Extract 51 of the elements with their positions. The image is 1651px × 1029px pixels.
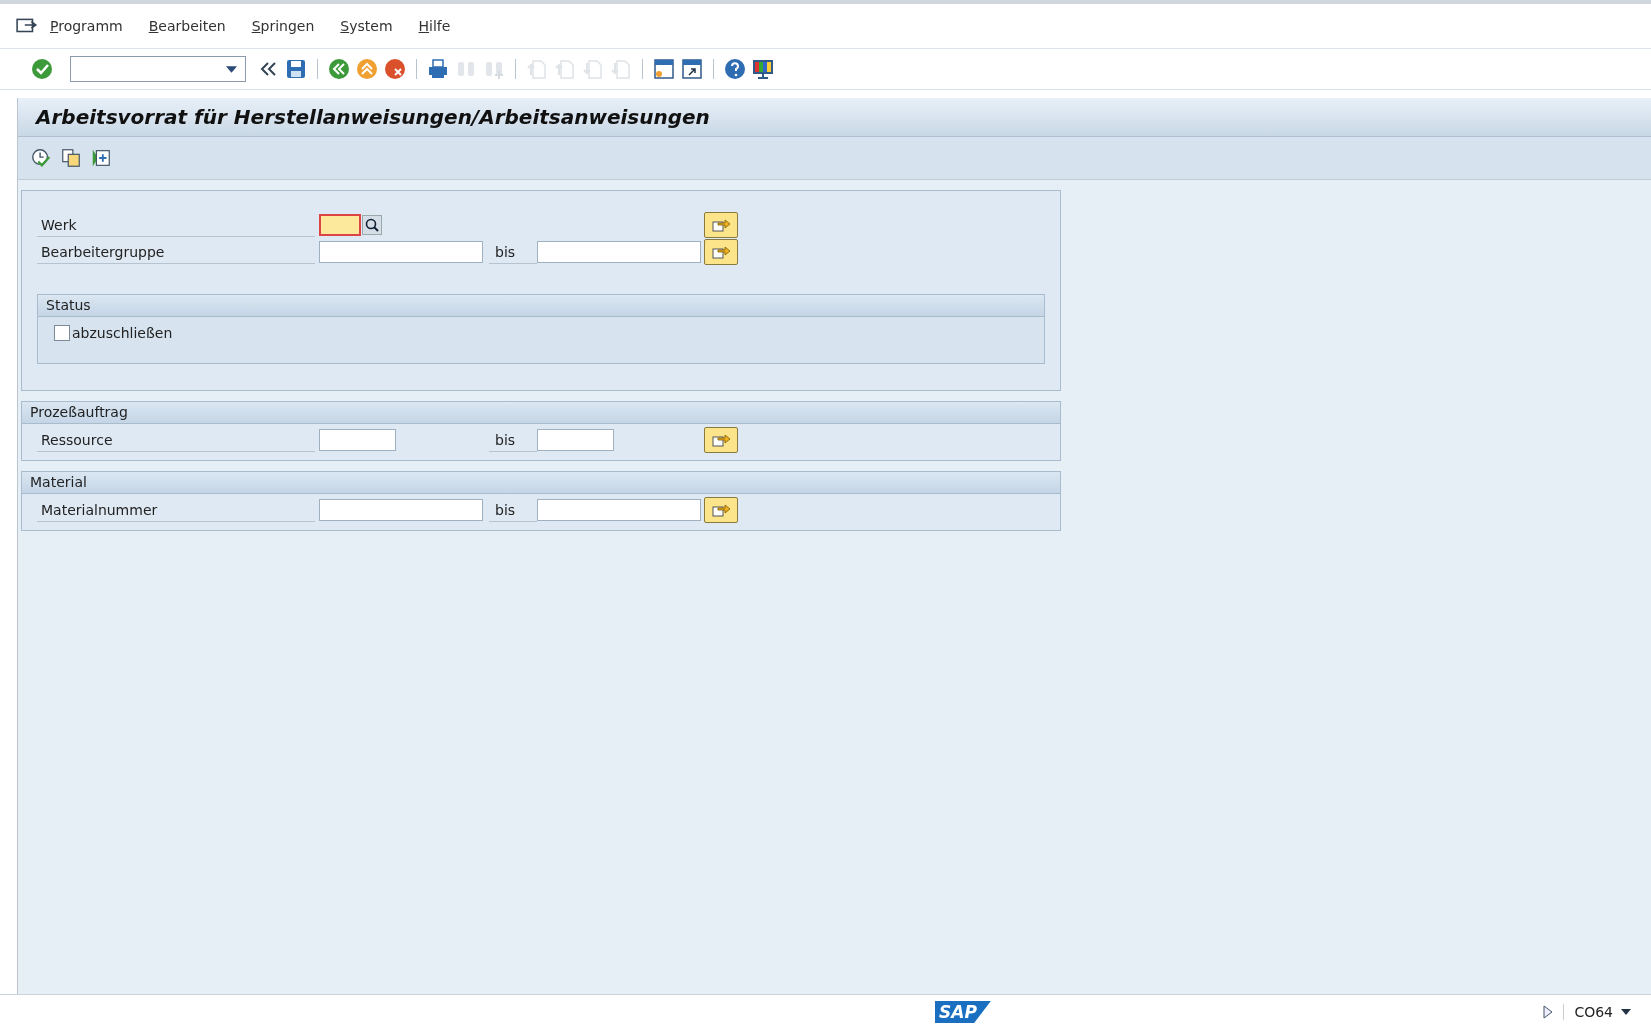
- new-window-icon[interactable]: [652, 57, 676, 81]
- field-label: Materialnummer: [37, 498, 315, 522]
- clock-check-icon[interactable]: [30, 147, 52, 169]
- menu-item[interactable]: System: [340, 18, 393, 34]
- play-icon[interactable]: [1543, 1005, 1554, 1019]
- multiple-selection-button[interactable]: [704, 239, 738, 265]
- search-icon[interactable]: [362, 215, 382, 235]
- group-header: Prozeßauftrag: [22, 402, 1060, 424]
- input-field[interactable]: [537, 241, 701, 263]
- menu-item[interactable]: Hilfe: [418, 18, 451, 34]
- help-icon[interactable]: [723, 57, 747, 81]
- menu-icon[interactable]: [16, 17, 38, 35]
- input-field[interactable]: [537, 429, 614, 451]
- input-field[interactable]: [319, 499, 483, 521]
- field-label: Bearbeitergruppe: [37, 240, 315, 264]
- menu-item[interactable]: Springen: [251, 18, 315, 34]
- monitor-icon[interactable]: [751, 57, 775, 81]
- menu-item[interactable]: Programm: [50, 18, 123, 34]
- print-icon[interactable]: [426, 57, 450, 81]
- sap-logo: SAP: [935, 1001, 991, 1023]
- exit-icon[interactable]: [355, 57, 379, 81]
- menu-item[interactable]: Bearbeiten: [148, 18, 226, 34]
- field-label: Werk: [37, 213, 315, 237]
- input-field[interactable]: [537, 499, 701, 521]
- save-icon[interactable]: [284, 57, 308, 81]
- caret-icon[interactable]: [226, 66, 237, 73]
- caret-icon[interactable]: [1621, 1009, 1631, 1015]
- group-header: Status: [38, 295, 1044, 317]
- command-field[interactable]: [70, 56, 246, 82]
- input-field[interactable]: [319, 241, 483, 263]
- arrow-icon: [711, 217, 731, 233]
- input-field[interactable]: [319, 429, 396, 451]
- multiple-selection-button[interactable]: [704, 497, 738, 523]
- cancel-icon[interactable]: [383, 57, 407, 81]
- field-label: Ressource: [37, 428, 315, 452]
- screen-title: Arbeitsvorrat für Herstellanweisungen/Arbeitsanweisungen: [36, 105, 710, 129]
- arrow-icon: [711, 244, 731, 260]
- input-field[interactable]: [319, 214, 361, 236]
- multiple-selection-button[interactable]: [704, 427, 738, 453]
- arrow-icon: [711, 502, 731, 518]
- arrow-icon: [711, 432, 731, 448]
- multiple-selection-button[interactable]: [704, 212, 738, 238]
- checkmark-icon[interactable]: [30, 57, 54, 81]
- transaction-code[interactable]: CO64: [1563, 1004, 1613, 1020]
- back-icon[interactable]: [327, 57, 351, 81]
- add-page-icon[interactable]: [90, 147, 112, 169]
- shortcut-icon[interactable]: [680, 57, 704, 81]
- checkbox[interactable]: [54, 325, 70, 341]
- checkbox-label: abzuschließen: [72, 325, 173, 341]
- copy-pages-icon[interactable]: [60, 147, 82, 169]
- group-header: Material: [22, 472, 1060, 494]
